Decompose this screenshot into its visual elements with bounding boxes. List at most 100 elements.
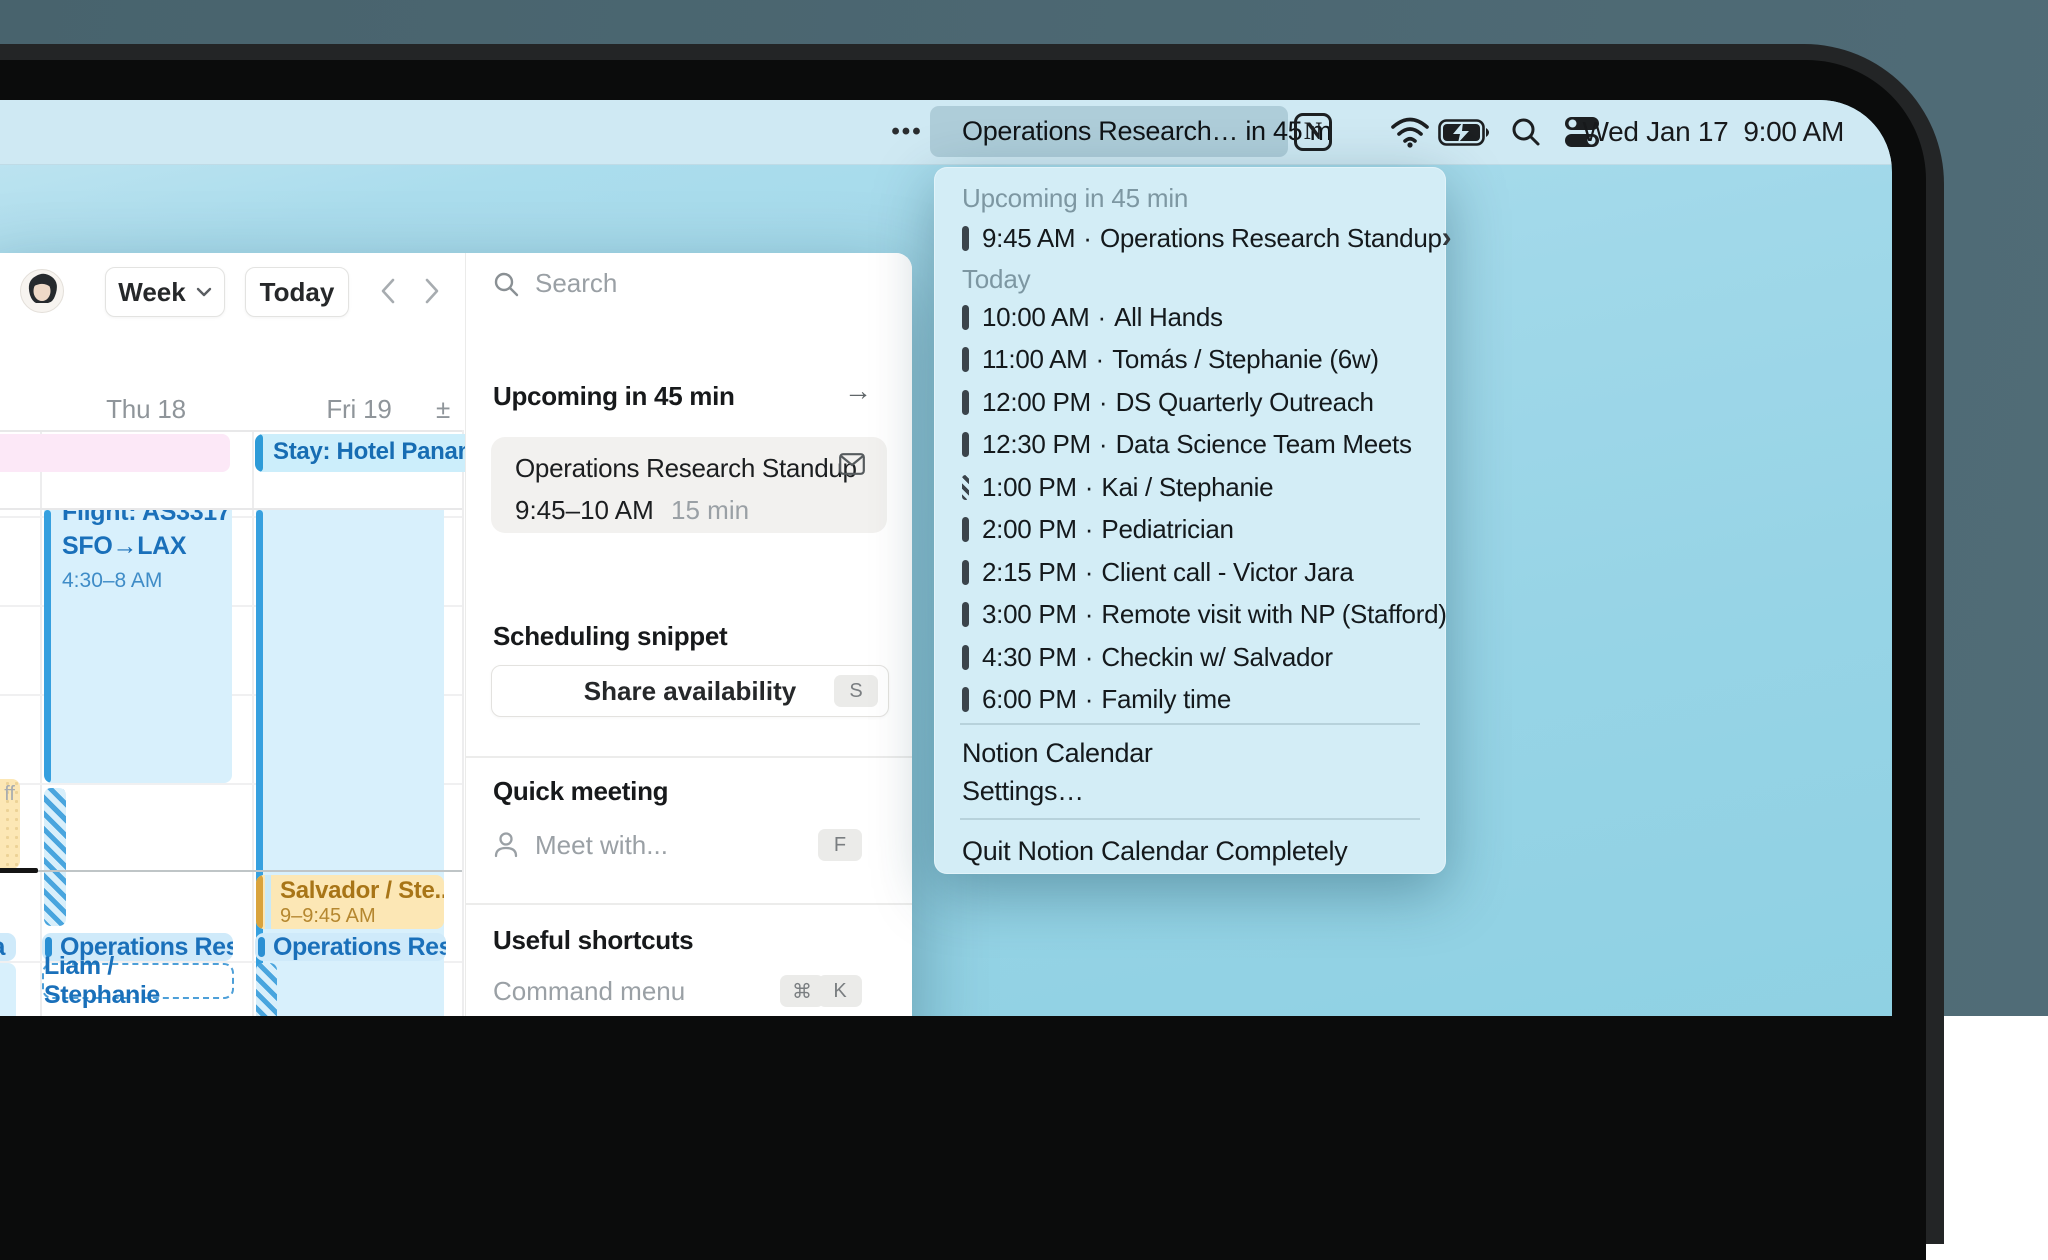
column-divider — [40, 430, 42, 1016]
search-icon — [493, 271, 519, 297]
dropdown-event-item[interactable]: 1:00 PM · Kai / Stephanie — [934, 466, 1446, 509]
current-time-line-extended — [38, 870, 462, 872]
prev-button[interactable] — [372, 275, 404, 307]
battery-charging-icon[interactable] — [1436, 100, 1492, 164]
sidebar-divider — [466, 756, 912, 758]
event-time: 9:45 AM — [982, 223, 1075, 254]
dropdown-event-item[interactable]: 12:30 PM · Data Science Team Meets — [934, 424, 1446, 467]
event-ops-wed-clipped[interactable]: ea — [0, 933, 16, 961]
event-color-bar — [962, 475, 969, 500]
event-allday-pink[interactable] — [0, 434, 230, 472]
event-separator: · — [1099, 429, 1108, 460]
dropdown-event-item[interactable]: 2:00 PM · Pediatrician — [934, 509, 1446, 552]
event-color-bar — [962, 390, 969, 415]
card-time: 9:45–10 AM — [515, 495, 654, 525]
event-allday-stay[interactable]: Stay: Hotel Panamer — [255, 434, 467, 472]
dropdown-event-item[interactable]: 4:30 PM · Checkin w/ Salvador — [934, 636, 1446, 679]
dropdown-event-item[interactable]: 2:15 PM · Client call - Victor Jara — [934, 551, 1446, 594]
event-separator: · — [1085, 642, 1094, 673]
event-busy-block-fri[interactable] — [256, 963, 277, 1016]
share-key-badge: S — [834, 675, 878, 707]
event-title: Tomás / Stephanie (6w) — [1112, 344, 1379, 375]
avatar[interactable] — [20, 269, 64, 313]
dropdown-event-item[interactable]: 6:00 PM · Family time — [934, 679, 1446, 722]
card-title: Operations Research Standup — [515, 453, 857, 484]
menu-bar-clock[interactable]: Wed Jan 17 9:00 AM — [1582, 100, 1844, 164]
view-selector-button[interactable]: Week — [105, 267, 225, 317]
upcoming-event-item[interactable]: 9:45 AM · Operations Research Standup › — [934, 215, 1446, 261]
event-ops-fri[interactable]: Operations Resea — [255, 933, 446, 961]
event-dropoff-clipped[interactable]: ff — [0, 779, 20, 869]
wifi-icon[interactable] — [1386, 100, 1434, 164]
event-title: Pediatrician — [1101, 514, 1233, 545]
next-button[interactable] — [416, 275, 448, 307]
today-button[interactable]: Today — [245, 267, 349, 317]
column-divider — [252, 430, 254, 1016]
mail-icon[interactable] — [839, 453, 865, 475]
upcoming-section-header: Upcoming in 45 min — [962, 183, 1188, 214]
command-menu-row[interactable]: Command menu ⌘ K — [493, 971, 887, 1011]
event-liam[interactable]: Liam / Stephanie — [42, 963, 234, 999]
menu-divider — [960, 723, 1420, 725]
event-color-bar — [962, 560, 969, 585]
event-flight-time: 4:30–8 AM — [62, 569, 232, 593]
notion-menu-icon[interactable]: N — [1294, 113, 1332, 151]
event-flight-title: Flight: AS3317 — [62, 510, 232, 529]
meet-key-badge: F — [818, 829, 862, 861]
event-time: 6:00 PM — [982, 684, 1077, 715]
upcoming-event-card[interactable]: Operations Research Standup 9:45–10 AM 1… — [491, 437, 887, 533]
event-time: 2:00 PM — [982, 514, 1077, 545]
event-separator: · — [1085, 514, 1094, 545]
share-availability-button[interactable]: Share availability S — [491, 665, 889, 717]
event-wed-blue-clipped[interactable] — [0, 963, 16, 1016]
event-flight[interactable]: Flight: AS3317 SFO→LAX 4:30–8 AM — [44, 510, 232, 783]
event-separator: · — [1097, 302, 1106, 333]
current-time-line — [0, 868, 38, 873]
right-sidebar: Search Upcoming in 45 min → Operations R… — [465, 253, 912, 1016]
event-title: Kai / Stephanie — [1101, 472, 1273, 503]
calendar-header: Week Today Thu 18 Fri 19 — [0, 253, 462, 430]
meet-with-input[interactable]: Meet with... F — [493, 823, 887, 867]
search-input[interactable]: Search — [493, 268, 617, 299]
allday-row-border — [0, 430, 462, 432]
command-menu-label: Command menu — [493, 976, 685, 1007]
event-time: 11:00 AM — [982, 344, 1088, 375]
event-separator: · — [1085, 599, 1094, 630]
spotlight-search-icon[interactable] — [1506, 100, 1546, 164]
event-separator: · — [1096, 344, 1105, 375]
event-separator: · — [1099, 387, 1108, 418]
dropdown-event-item[interactable]: 12:00 PM · DS Quarterly Outreach — [934, 381, 1446, 424]
event-time: 10:00 AM — [982, 302, 1089, 333]
menu-bar-overflow-icon[interactable]: ••• — [884, 100, 930, 164]
event-title: All Hands — [1114, 302, 1223, 333]
event-color-bar — [962, 687, 969, 712]
event-busy-block-thu[interactable] — [44, 788, 66, 926]
upcoming-arrow-icon[interactable]: → — [844, 375, 872, 407]
status-item-dropdown: Upcoming in 45 min 9:45 AM · Operations … — [934, 167, 1446, 874]
day-header-fri[interactable]: Fri 19 — [326, 394, 391, 425]
menu-item-settings[interactable]: Settings… — [962, 776, 1084, 807]
meet-with-placeholder: Meet with... — [535, 830, 668, 861]
desk-background: Flight: AS3317 SFO→LAX 4:30–8 AM Salvado… — [0, 0, 2048, 1016]
event-title: Checkin w/ Salvador — [1101, 642, 1332, 673]
event-time: 2:15 PM — [982, 557, 1077, 588]
notion-calendar-status-item[interactable]: Operations Research… in 45 m — [930, 106, 1288, 157]
dropdown-event-item[interactable]: 11:00 AM · Tomás / Stephanie (6w) — [934, 339, 1446, 382]
event-color-bar — [962, 602, 969, 627]
sidebar-divider — [466, 903, 912, 905]
column-divider — [462, 430, 464, 1016]
day-header-thu[interactable]: Thu 18 — [106, 394, 186, 425]
event-salvador[interactable]: Salvador / Ste... 9–9:45 AM — [256, 875, 444, 929]
menu-item-quit[interactable]: Quit Notion Calendar Completely — [962, 836, 1347, 867]
event-color-bar — [962, 432, 969, 457]
event-title: Remote visit with NP (Stafford) — [1101, 599, 1446, 630]
allday-expand-icon[interactable]: ± — [436, 394, 450, 425]
menu-item-notion-calendar[interactable]: Notion Calendar — [962, 738, 1153, 769]
event-color-bar — [962, 645, 969, 670]
dropdown-event-item[interactable]: 3:00 PM · Remote visit with NP (Stafford… — [934, 594, 1446, 637]
dropdown-event-item[interactable]: 10:00 AM · All Hands — [934, 296, 1446, 339]
event-separator: · — [1085, 684, 1094, 715]
event-flight-route: SFO→LAX — [62, 529, 232, 563]
shortcuts-header: Useful shortcuts — [493, 925, 693, 956]
today-section-header: Today — [962, 264, 1030, 295]
